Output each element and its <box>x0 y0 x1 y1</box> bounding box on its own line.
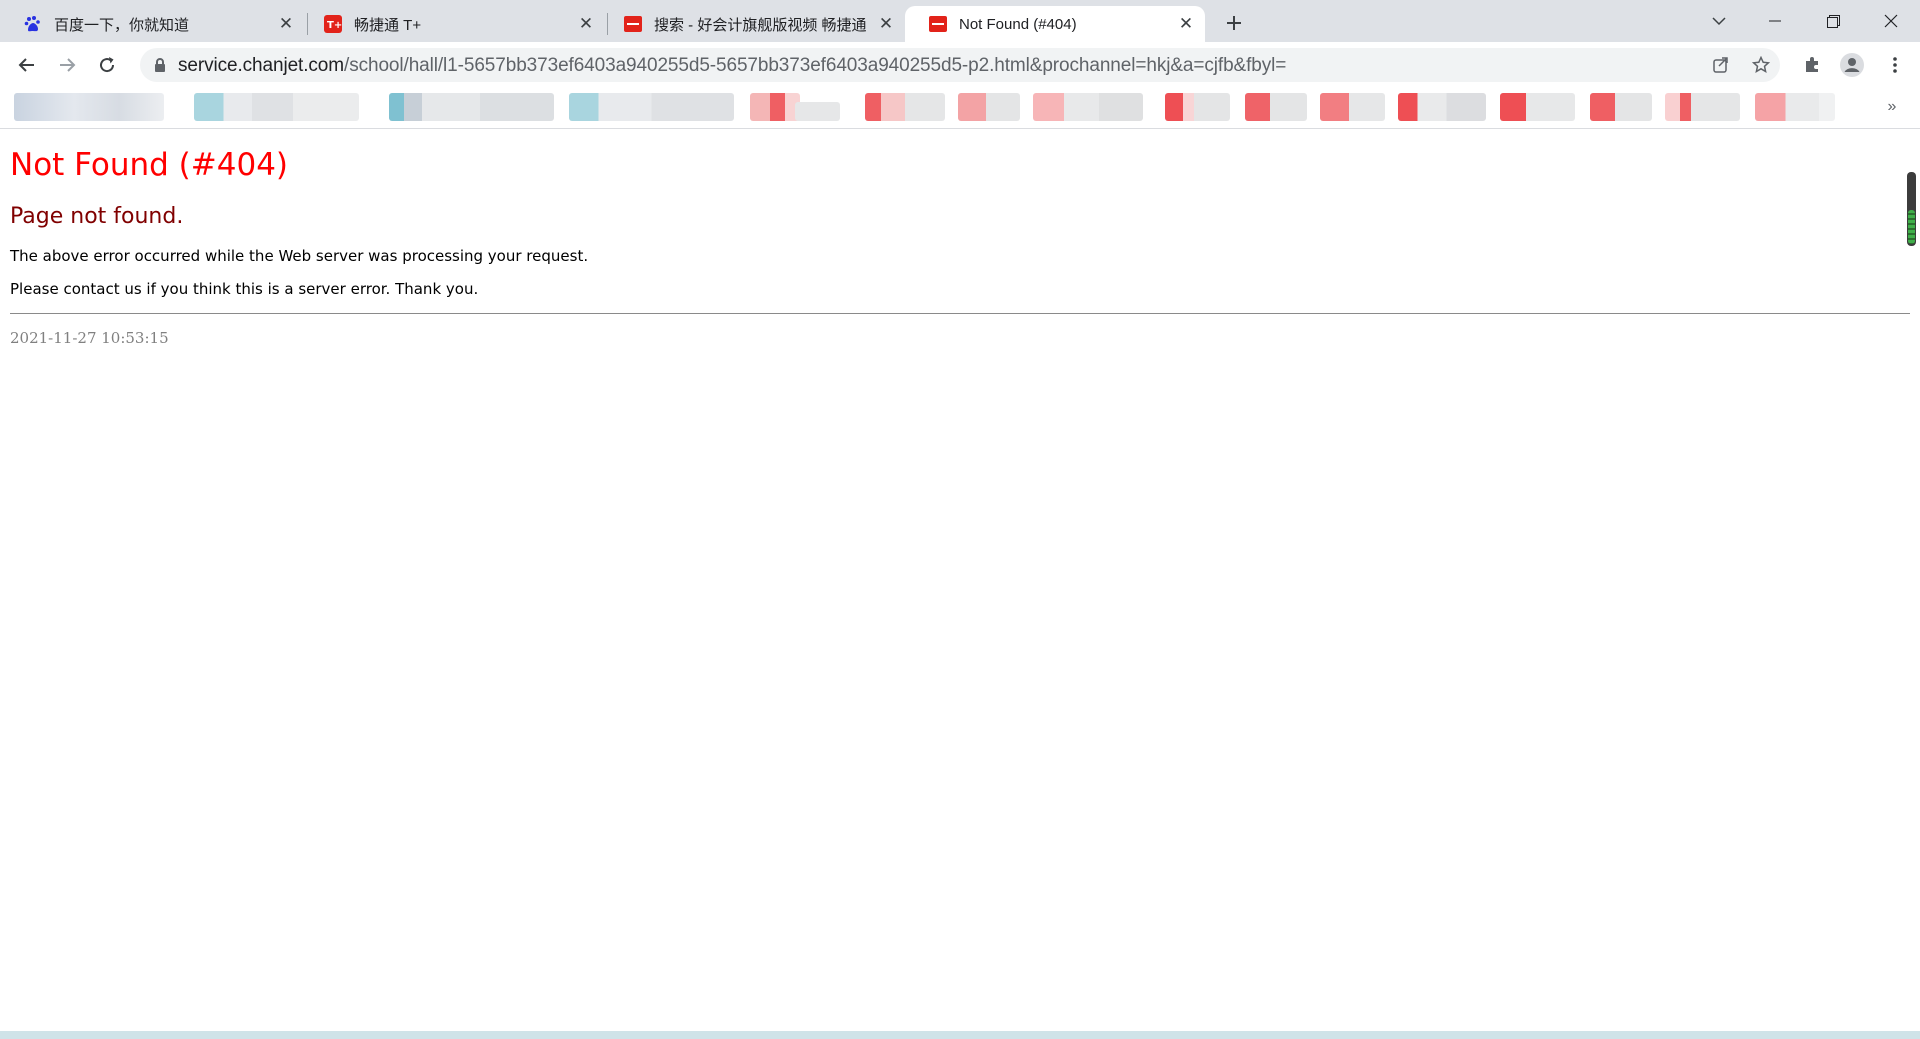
error-title: Not Found (#404) <box>10 147 289 183</box>
close-icon[interactable]: ✕ <box>877 14 895 33</box>
arrow-left-icon <box>18 58 34 72</box>
bookmark-item[interactable] <box>795 102 840 121</box>
bookmark-item[interactable] <box>1500 93 1575 121</box>
arrow-right-icon <box>60 58 76 72</box>
tab-tplus[interactable]: T+ 畅捷通 T+ ✕ <box>300 6 605 42</box>
tplus-logo-icon: T+ <box>324 15 342 33</box>
bookmark-star-button[interactable] <box>1750 54 1772 76</box>
reload-button[interactable] <box>92 50 122 80</box>
star-icon <box>1752 56 1770 74</box>
bookmark-item[interactable] <box>1245 93 1307 121</box>
battery-level-icon <box>1908 210 1915 244</box>
bookmark-item[interactable] <box>14 93 164 121</box>
restore-button[interactable] <box>1810 6 1856 36</box>
share-icon <box>1713 57 1728 73</box>
bookmark-item[interactable] <box>958 93 1020 121</box>
tab-title: 畅捷通 T+ <box>354 16 422 34</box>
close-icon[interactable]: ✕ <box>277 14 295 33</box>
close-icon <box>1884 14 1898 28</box>
bookmark-item[interactable] <box>569 93 734 121</box>
plus-icon <box>1227 16 1241 30</box>
close-window-button[interactable] <box>1868 6 1914 36</box>
divider <box>10 313 1910 314</box>
forward-button[interactable] <box>52 50 82 80</box>
bookmark-item[interactable] <box>1320 93 1385 121</box>
bookmarks-bar: » <box>0 88 1920 129</box>
browser-toolbar: service.chanjet.com/school/hall/l1-5657b… <box>0 42 1920 88</box>
lock-icon[interactable] <box>152 57 168 73</box>
double-chevron-right-icon: » <box>1887 98 1897 115</box>
more-bookmarks-button[interactable]: » <box>1880 94 1904 120</box>
bookmark-item[interactable] <box>389 93 554 121</box>
chanjet-logo-icon <box>929 15 947 33</box>
back-button[interactable] <box>12 50 42 80</box>
taskbar-edge <box>0 1031 1920 1039</box>
page-content: Not Found (#404) Page not found. The abo… <box>0 129 1920 1029</box>
bookmark-item[interactable] <box>865 93 945 121</box>
reload-icon <box>100 57 115 73</box>
restore-icon <box>1826 14 1840 28</box>
tab-baidu[interactable]: 百度一下，你就知道 ✕ <box>0 6 305 42</box>
error-timestamp: 2021-11-27 10:53:15 <box>10 329 169 347</box>
bookmark-item[interactable] <box>1590 93 1652 121</box>
tab-not-found[interactable]: Not Found (#404) ✕ <box>905 6 1205 42</box>
url-path: /school/hall/l1-5657bb373ef6403a940255d5… <box>344 55 1287 76</box>
bookmark-item[interactable] <box>1033 93 1143 121</box>
side-panel-handle[interactable] <box>1907 172 1916 246</box>
error-contact-note: Please contact us if you think this is a… <box>10 280 479 298</box>
minimize-button[interactable] <box>1752 6 1798 36</box>
chevron-down-icon <box>1712 17 1726 26</box>
tab-search-dropdown-button[interactable] <box>1696 6 1742 36</box>
bookmark-item[interactable] <box>1165 93 1230 121</box>
close-icon[interactable]: ✕ <box>577 14 595 33</box>
tab-title: 百度一下，你就知道 <box>54 16 190 34</box>
extensions-button[interactable] <box>1797 50 1827 80</box>
url-text[interactable]: service.chanjet.com/school/hall/l1-5657b… <box>178 55 1286 77</box>
svg-text:T+: T+ <box>327 20 342 31</box>
bookmark-item[interactable] <box>1398 93 1486 121</box>
error-description: The above error occurred while the Web s… <box>10 247 589 265</box>
bookmark-item[interactable] <box>1755 93 1835 121</box>
profile-button[interactable] <box>1837 50 1867 80</box>
tab-strip: 百度一下，你就知道 ✕ T+ 畅捷通 T+ ✕ 搜索 - 好会计旗舰版视频 畅捷… <box>0 0 1920 42</box>
bookmark-item[interactable] <box>750 93 800 121</box>
tab-search[interactable]: 搜索 - 好会计旗舰版视频 畅捷通 ✕ <box>600 6 905 42</box>
baidu-paw-icon <box>24 15 42 33</box>
bookmark-item[interactable] <box>194 93 359 121</box>
avatar-icon <box>1840 53 1864 77</box>
puzzle-icon <box>1806 57 1818 72</box>
bookmark-item[interactable] <box>1665 93 1740 121</box>
minimize-icon <box>1769 20 1781 22</box>
url-host: service.chanjet.com <box>178 55 345 76</box>
browser-menu-button[interactable] <box>1880 50 1910 80</box>
close-icon[interactable]: ✕ <box>1177 14 1195 33</box>
share-button[interactable] <box>1710 54 1732 76</box>
tab-title: 搜索 - 好会计旗舰版视频 畅捷通 <box>654 16 867 34</box>
chanjet-logo-icon <box>624 15 642 33</box>
error-subtitle: Page not found. <box>10 204 184 229</box>
address-bar[interactable]: service.chanjet.com/school/hall/l1-5657b… <box>140 48 1780 82</box>
kebab-menu-icon <box>1893 57 1897 73</box>
new-tab-button[interactable] <box>1220 9 1248 37</box>
tab-title: Not Found (#404) <box>959 15 1077 33</box>
